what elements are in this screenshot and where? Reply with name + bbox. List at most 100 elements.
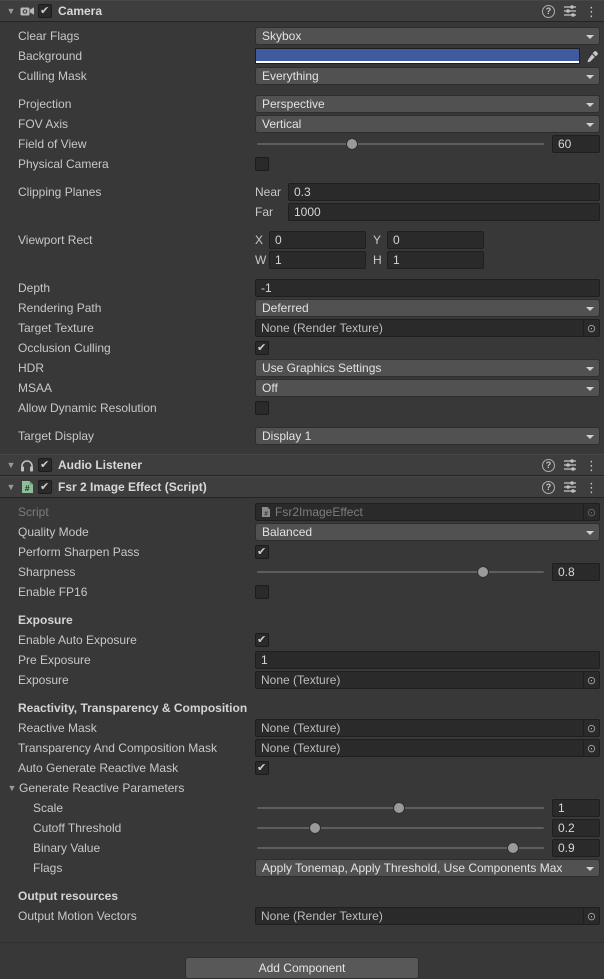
object-picker-icon[interactable]: ⊙: [583, 740, 599, 756]
dropdown-value: Display 1: [262, 429, 311, 443]
foldout-arrow-icon[interactable]: ▼: [4, 460, 18, 470]
foldout-arrow-icon[interactable]: ▼: [4, 482, 18, 492]
output-motion-vectors-field[interactable]: None (Render Texture) ⊙: [255, 907, 600, 925]
transparency-composition-mask-field[interactable]: None (Texture) ⊙: [255, 739, 600, 757]
exposure-texture-field[interactable]: None (Texture) ⊙: [255, 671, 600, 689]
camera-enabled-checkbox[interactable]: [38, 4, 52, 18]
foldout-label[interactable]: Generate Reactive Parameters: [19, 781, 249, 795]
slider-thumb[interactable]: [347, 139, 357, 149]
hdr-dropdown[interactable]: Use Graphics Settings: [255, 359, 600, 377]
fsr2-enabled-checkbox[interactable]: [38, 480, 52, 494]
enable-fp16-checkbox[interactable]: [255, 585, 269, 599]
field-label: Output Motion Vectors: [18, 909, 255, 923]
dropdown-arrow-icon: [586, 867, 594, 871]
field-of-view-slider[interactable]: [255, 135, 546, 153]
fov-axis-dropdown[interactable]: Vertical: [255, 115, 600, 133]
binary-value-slider[interactable]: [255, 839, 546, 857]
foldout-arrow-icon[interactable]: ▼: [5, 783, 19, 793]
dropdown-value: Perspective: [262, 97, 325, 111]
row-quality-mode: Quality Mode Balanced: [0, 522, 604, 542]
add-component-button[interactable]: Add Component: [185, 957, 419, 979]
audio-listener-enabled-checkbox[interactable]: [38, 458, 52, 472]
msaa-dropdown[interactable]: Off: [255, 379, 600, 397]
row-culling-mask: Culling Mask Everything: [0, 66, 604, 86]
field-label: Depth: [18, 281, 255, 295]
dropdown-arrow-icon: [586, 307, 594, 311]
dropdown-value: Use Graphics Settings: [262, 361, 381, 375]
target-texture-field[interactable]: None (Render Texture) ⊙: [255, 319, 600, 337]
more-menu-icon[interactable]: ⋮: [585, 459, 598, 472]
quality-mode-dropdown[interactable]: Balanced: [255, 523, 600, 541]
dropdown-value: Off: [262, 381, 278, 395]
background-color-swatch[interactable]: [255, 48, 580, 64]
viewport-w-field[interactable]: 1: [269, 251, 366, 269]
help-icon[interactable]: ?: [542, 5, 555, 18]
foldout-arrow-icon[interactable]: ▼: [4, 6, 18, 16]
svg-text:#: #: [24, 483, 29, 493]
auto-generate-reactive-mask-checkbox[interactable]: [255, 761, 269, 775]
perform-sharpen-pass-checkbox[interactable]: [255, 545, 269, 559]
field-label: Viewport Rect: [18, 233, 255, 247]
script-reference-field[interactable]: # Fsr2ImageEffect ⊙: [255, 503, 600, 521]
viewport-h-field[interactable]: 1: [387, 251, 484, 269]
object-picker-icon[interactable]: ⊙: [583, 672, 599, 688]
field-label: Transparency And Composition Mask: [18, 741, 255, 755]
scale-value-field[interactable]: 1: [552, 799, 600, 817]
field-label: Perform Sharpen Pass: [18, 545, 255, 559]
slider-thumb[interactable]: [508, 843, 518, 853]
viewport-y-field[interactable]: 0: [387, 231, 484, 249]
allow-dynamic-resolution-checkbox[interactable]: [255, 401, 269, 415]
script-mini-icon: #: [261, 506, 271, 518]
audio-listener-component-header: ▼ Audio Listener ? ⋮: [0, 454, 604, 476]
object-picker-icon[interactable]: ⊙: [583, 720, 599, 736]
help-icon[interactable]: ?: [542, 459, 555, 472]
dropdown-value: Skybox: [262, 29, 301, 43]
more-menu-icon[interactable]: ⋮: [585, 5, 598, 18]
presets-icon[interactable]: [563, 481, 577, 493]
presets-icon[interactable]: [563, 5, 577, 17]
row-exposure: Exposure None (Texture) ⊙: [0, 670, 604, 690]
object-picker-icon[interactable]: ⊙: [583, 504, 599, 520]
component-title: Camera: [58, 4, 542, 18]
slider-thumb[interactable]: [394, 803, 404, 813]
culling-mask-dropdown[interactable]: Everything: [255, 67, 600, 85]
cutoff-threshold-slider[interactable]: [255, 819, 546, 837]
eyedropper-icon[interactable]: [585, 50, 600, 63]
near-clip-field[interactable]: 0.3: [288, 183, 600, 201]
depth-field[interactable]: -1: [255, 279, 600, 297]
projection-dropdown[interactable]: Perspective: [255, 95, 600, 113]
object-picker-icon[interactable]: ⊙: [583, 908, 599, 924]
help-icon[interactable]: ?: [542, 481, 555, 494]
slider-thumb[interactable]: [478, 567, 488, 577]
dropdown-value: Everything: [262, 69, 319, 83]
cutoff-threshold-value-field[interactable]: 0.2: [552, 819, 600, 837]
row-binary-value: Binary Value 0.9: [0, 838, 604, 858]
sharpness-value-field[interactable]: 0.8: [552, 563, 600, 581]
viewport-x-field[interactable]: 0: [269, 231, 366, 249]
enable-auto-exposure-checkbox[interactable]: [255, 633, 269, 647]
rendering-path-dropdown[interactable]: Deferred: [255, 299, 600, 317]
pre-exposure-field[interactable]: 1: [255, 651, 600, 669]
more-menu-icon[interactable]: ⋮: [585, 481, 598, 494]
dropdown-arrow-icon: [586, 123, 594, 127]
clear-flags-dropdown[interactable]: Skybox: [255, 27, 600, 45]
presets-icon[interactable]: [563, 459, 577, 471]
flags-dropdown[interactable]: Apply Tonemap, Apply Threshold, Use Comp…: [255, 859, 600, 877]
sharpness-slider[interactable]: [255, 563, 546, 581]
svg-text:#: #: [264, 510, 268, 517]
field-label: Allow Dynamic Resolution: [18, 401, 255, 415]
physical-camera-checkbox[interactable]: [255, 157, 269, 171]
field-of-view-value-field[interactable]: 60: [552, 135, 600, 153]
binary-value-field[interactable]: 0.9: [552, 839, 600, 857]
scale-slider[interactable]: [255, 799, 546, 817]
target-display-dropdown[interactable]: Display 1: [255, 427, 600, 445]
object-picker-icon[interactable]: ⊙: [583, 320, 599, 336]
reactive-mask-field[interactable]: None (Texture) ⊙: [255, 719, 600, 737]
row-clipping-near: Clipping Planes Near 0.3: [0, 182, 604, 202]
row-enable-auto-exposure: Enable Auto Exposure: [0, 630, 604, 650]
slider-thumb[interactable]: [310, 823, 320, 833]
occlusion-culling-checkbox[interactable]: [255, 341, 269, 355]
far-clip-field[interactable]: 1000: [288, 203, 600, 221]
dropdown-value: Balanced: [262, 525, 312, 539]
field-label: Auto Generate Reactive Mask: [18, 761, 255, 775]
